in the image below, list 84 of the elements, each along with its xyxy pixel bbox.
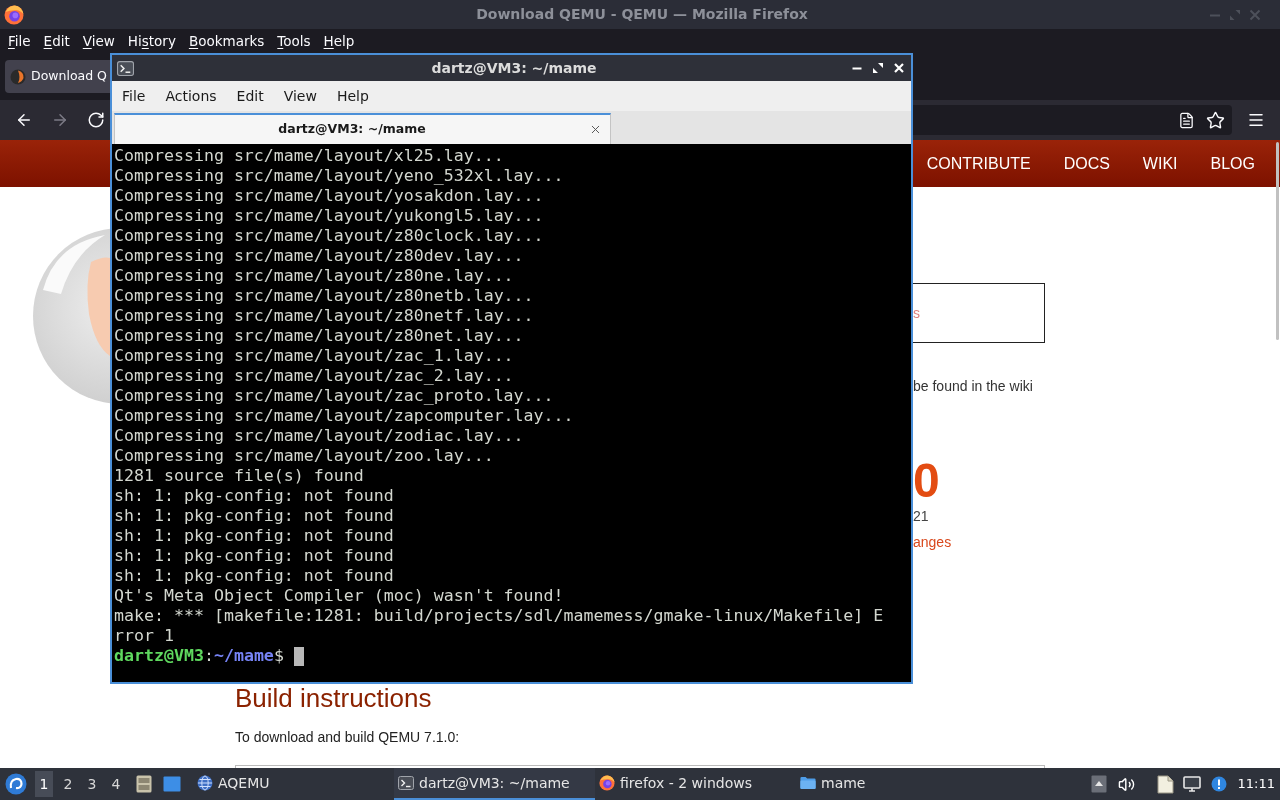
terminal-tab[interactable]: dartz@VM3: ~/mame xyxy=(114,113,611,144)
close-icon[interactable] xyxy=(589,123,602,136)
workspace-button[interactable]: 4 xyxy=(107,771,125,797)
menu-item[interactable]: History xyxy=(127,32,176,50)
orb-icon xyxy=(599,775,615,791)
output-line: Compressing src/mame/layout/z80ne.lay... xyxy=(114,266,514,286)
menu-item[interactable]: Bookmarks xyxy=(188,32,265,50)
workspace-button[interactable]: 1 xyxy=(35,771,53,797)
text-cursor xyxy=(293,646,304,666)
nav-link[interactable]: BLOG xyxy=(1210,151,1255,176)
section-heading: Build instructions xyxy=(235,684,432,712)
output-line: Compressing src/mame/layout/yukongl5.lay... xyxy=(114,206,544,226)
output-line: make: *** [makefile:1281: build/projects/sdl/mamemess/gmake-linux/Makefile] E xyxy=(114,606,884,626)
output-line: Compressing src/mame/layout/zapcomputer.lay... xyxy=(114,406,574,426)
body-text: be found in the wiki xyxy=(913,377,1033,396)
output-line: Compressing src/mame/layout/zac_proto.lay... xyxy=(114,386,554,406)
folder-icon xyxy=(800,775,816,791)
output-line: sh: 1: pkg-config: not found xyxy=(114,506,394,526)
version-number: 0 xyxy=(913,457,940,505)
menu-icon xyxy=(1247,111,1265,129)
terminal-icon xyxy=(398,775,414,791)
monitor-icon[interactable] xyxy=(1182,776,1201,792)
output-line: Compressing src/mame/layout/zac_2.lay... xyxy=(114,366,514,386)
output-line: Compressing src/mame/layout/zac_1.lay... xyxy=(114,346,514,366)
arrow-right-icon xyxy=(51,111,69,129)
output-line: sh: 1: pkg-config: not found xyxy=(114,486,394,506)
output-line: Compressing src/mame/layout/z80dev.lay... xyxy=(114,246,524,266)
crescent-icon xyxy=(10,68,26,85)
reload-icon xyxy=(87,111,105,129)
nav-link[interactable]: WIKI xyxy=(1142,151,1178,176)
browser-tab[interactable]: Download Q xyxy=(5,60,113,93)
taskbar-task[interactable]: firefox - 2 windows xyxy=(595,768,796,800)
document-icon[interactable] xyxy=(1178,111,1195,129)
nav-link[interactable]: DOCS xyxy=(1063,151,1110,176)
exclamation-icon[interactable] xyxy=(1210,776,1227,792)
changes-link[interactable]: anges xyxy=(913,532,952,552)
output-line: Compressing src/mame/layout/yosakdon.lay... xyxy=(114,186,544,206)
star-icon[interactable] xyxy=(1206,110,1225,130)
window-title: dartz@VM3: ~/mame xyxy=(431,58,597,78)
output-line: Compressing src/mame/layout/z80net.lay... xyxy=(114,326,524,346)
globe-icon xyxy=(197,775,213,791)
clock[interactable]: 11:11 xyxy=(1237,774,1275,794)
maximize-icon[interactable] xyxy=(872,62,884,74)
menu-item[interactable]: Help xyxy=(323,32,355,50)
release-date: 21 xyxy=(913,507,929,526)
output-line: Compressing src/mame/layout/z80clock.lay... xyxy=(114,226,544,246)
output-line: Compressing src/mame/layout/z80netf.lay... xyxy=(114,306,534,326)
output-line: Qt's Meta Object Compiler (moc) wasn't found! xyxy=(114,586,564,606)
shell-prompt: dartz@VM3:~/mame$ xyxy=(114,646,284,666)
output-line: Compressing src/mame/layout/zodiac.lay... xyxy=(114,426,524,446)
taskbar-task[interactable]: dartz@VM3: ~/mame xyxy=(394,768,595,800)
workspace-button[interactable]: 2 xyxy=(59,771,77,797)
orb-icon xyxy=(4,4,24,25)
address-bar[interactable] xyxy=(913,105,1232,135)
output-line: Compressing src/mame/layout/xl25.lay... xyxy=(114,146,504,166)
menu-item[interactable]: Edit xyxy=(236,85,264,107)
menu-item[interactable]: View xyxy=(82,32,115,50)
output-line: sh: 1: pkg-config: not found xyxy=(114,526,394,546)
volume-icon[interactable] xyxy=(1117,775,1135,793)
menu-item[interactable]: Edit xyxy=(43,32,70,50)
body-text: To download and build QEMU 7.1.0: xyxy=(235,728,460,747)
menu-item[interactable]: File xyxy=(122,85,146,107)
workspace-button[interactable]: 3 xyxy=(83,771,101,797)
output-line: Compressing src/mame/layout/yeno_532xl.lay... xyxy=(114,166,564,186)
menu-item[interactable]: File xyxy=(8,32,31,50)
output-line: sh: 1: pkg-config: not found xyxy=(114,546,394,566)
swirl-icon xyxy=(5,773,27,795)
output-line: Compressing src/mame/layout/zoo.lay... xyxy=(114,446,494,466)
nav-link[interactable]: CONTRIBUTE xyxy=(926,151,1031,176)
menu-item[interactable]: Actions xyxy=(165,85,217,107)
output-line: Compressing src/mame/layout/z80netb.lay... xyxy=(114,286,534,306)
scrollbar-thumb[interactable] xyxy=(1276,142,1279,340)
output-line: 1281 source file(s) found xyxy=(114,466,364,486)
page-icon[interactable] xyxy=(1156,774,1174,794)
menu-item[interactable]: Tools xyxy=(277,32,311,50)
file-cabinet-icon[interactable] xyxy=(136,775,152,793)
output-line: sh: 1: pkg-config: not found xyxy=(114,566,394,586)
menu-item[interactable]: Help xyxy=(336,85,369,107)
terminal-icon xyxy=(117,59,134,77)
taskbar-task[interactable]: AQEMU xyxy=(193,768,394,800)
window-title: Download QEMU - QEMU — Mozilla Firefox xyxy=(476,5,808,24)
output-line: rror 1 xyxy=(114,626,174,646)
menu-item[interactable]: View xyxy=(283,85,317,107)
taskbar-task[interactable]: mame xyxy=(796,768,997,800)
